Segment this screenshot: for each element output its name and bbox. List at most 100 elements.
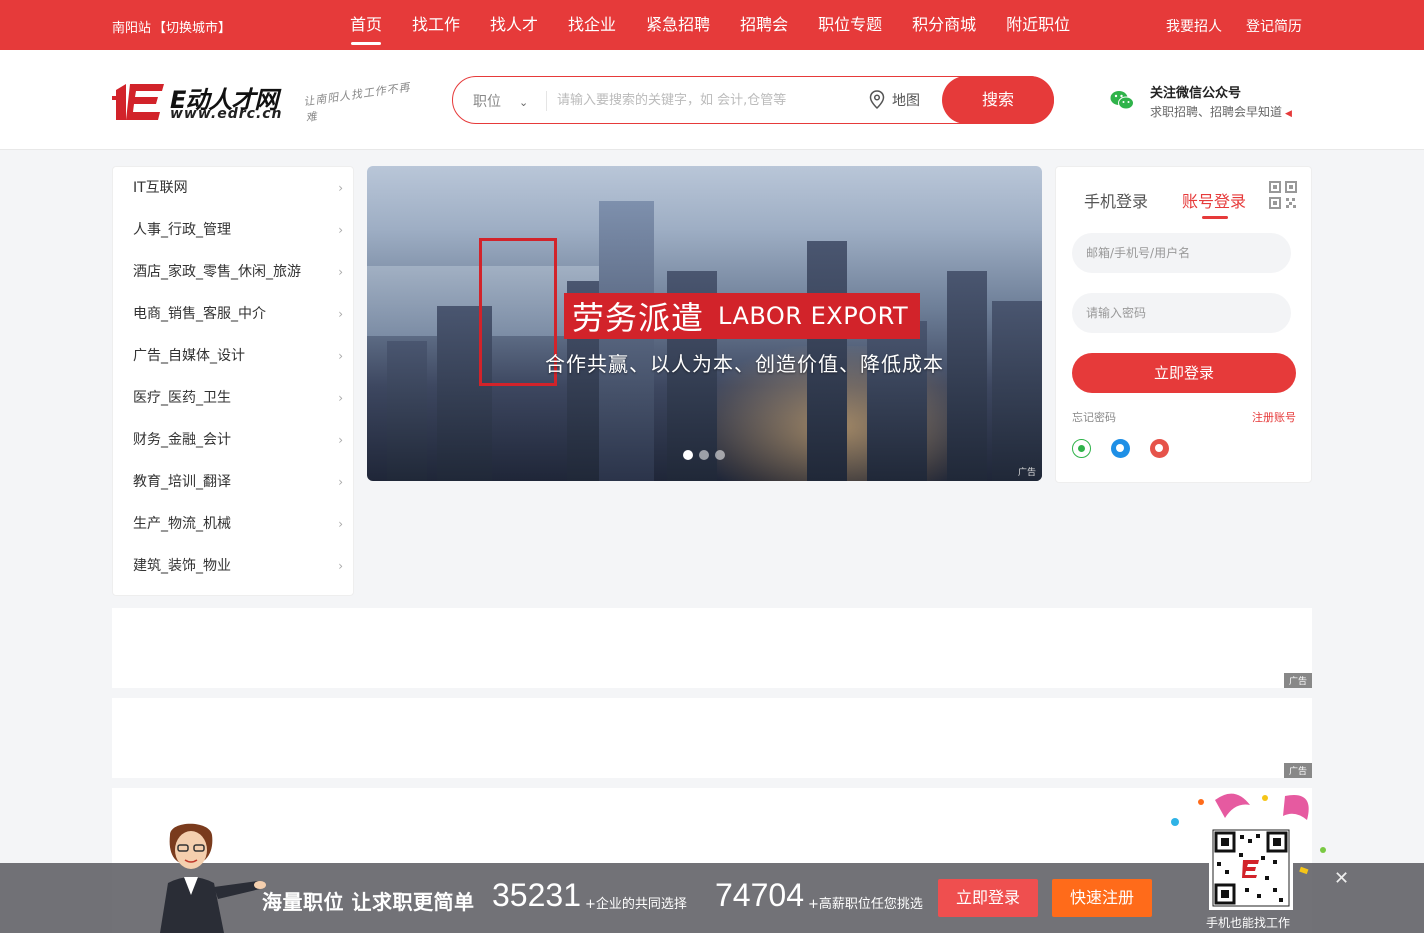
recruit-link[interactable]: 我要招人	[1166, 16, 1222, 36]
job-count-desc: +高薪职位任您挑选	[808, 897, 923, 912]
promo-login-button[interactable]: 立即登录	[938, 879, 1038, 917]
nav-job-topics[interactable]: 职位专题	[803, 0, 897, 50]
login-panel: 手机登录 账号登录 立即登录 忘记密码 注册账号	[1055, 166, 1312, 483]
city-selector[interactable]: 南阳站 【切换城市】	[112, 17, 231, 36]
nav-points-mall[interactable]: 积分商城	[897, 0, 991, 50]
chevron-right-icon: ›	[338, 181, 343, 195]
category-item[interactable]: 建筑_装饰_物业 ›	[113, 555, 353, 597]
chevron-right-icon: ›	[338, 517, 343, 531]
carousel-dot[interactable]	[683, 450, 693, 460]
ad-strip[interactable]: 广告	[112, 608, 1312, 688]
caret-left-icon: ◀	[1285, 109, 1292, 119]
promo-register-button[interactable]: 快速注册	[1052, 879, 1152, 917]
category-item[interactable]: 生产_物流_机械 ›	[113, 513, 353, 555]
category-item[interactable]: 人事_行政_管理 ›	[113, 219, 353, 261]
close-icon[interactable]: ✕	[1334, 868, 1349, 889]
category-menu: IT互联网 › 人事_行政_管理 › 酒店_家政_零售_休闲_旅游 › 电商_销售_客…	[112, 166, 354, 596]
nav-find-talent[interactable]: 找人才	[475, 0, 553, 50]
category-label: 电商_销售_客服_中介	[133, 306, 266, 322]
ad-strip[interactable]: 广告	[112, 698, 1312, 778]
search-bar: 职位 ⌄ 地图 搜索	[452, 76, 1054, 124]
banner-title: 劳务派遣 LABOR EXPORT	[564, 293, 921, 339]
category-item[interactable]: 财务_金融_会计 ›	[113, 429, 353, 471]
search-category-dropdown[interactable]: 职位 ⌄	[473, 91, 528, 111]
banner-building	[947, 271, 987, 481]
banner-title-zh: 劳务派遣	[572, 299, 705, 337]
weibo-login-icon[interactable]	[1150, 439, 1169, 458]
qq-login-icon[interactable]	[1111, 439, 1130, 458]
hero-banner-carousel[interactable]: 劳务派遣 LABOR EXPORT 合作共赢、以人为本、创造价值、降低成本 广告	[367, 166, 1042, 481]
chevron-down-icon: ⌄	[519, 96, 529, 109]
nav-find-job[interactable]: 找工作	[397, 0, 475, 50]
company-count: 35231	[492, 877, 581, 913]
category-label: 财务_金融_会计	[133, 432, 231, 448]
chevron-right-icon: ›	[338, 349, 343, 363]
category-item[interactable]: 酒店_家政_零售_休闲_旅游 ›	[113, 261, 353, 303]
register-resume-link[interactable]: 登记简历	[1246, 16, 1302, 36]
category-label: 广告_自媒体_设计	[133, 348, 245, 364]
switch-city-link[interactable]: 【切换城市】	[153, 21, 231, 36]
map-search-button[interactable]: 地图	[868, 90, 920, 110]
search-button[interactable]: 搜索	[942, 76, 1054, 124]
promo-slogan: 海量职位 让求职更简单	[262, 890, 475, 914]
banner-subtitle: 合作共赢、以人为本、创造价值、降低成本	[545, 352, 944, 376]
ad-label: 广告	[1017, 468, 1036, 478]
search-input[interactable]	[557, 87, 857, 113]
banner-building	[599, 201, 654, 481]
logo-url-text: www.edrc.cn	[170, 106, 283, 122]
category-item[interactable]: 教育_培训_翻译 ›	[113, 471, 353, 513]
login-button[interactable]: 立即登录	[1072, 353, 1296, 393]
ad-label: 广告	[1283, 763, 1312, 778]
nav-job-fair[interactable]: 招聘会	[725, 0, 803, 50]
map-pin-icon	[869, 90, 885, 110]
banner-building	[867, 321, 927, 481]
carousel-dot[interactable]	[715, 450, 725, 460]
map-label: 地图	[892, 93, 920, 109]
category-label: 教育_培训_翻译	[133, 474, 231, 490]
nav-nearby-jobs[interactable]: 附近职位	[991, 0, 1085, 50]
chevron-right-icon: ›	[338, 307, 343, 321]
chevron-right-icon: ›	[338, 475, 343, 489]
register-account-link[interactable]: 注册账号	[1252, 409, 1296, 425]
site-logo[interactable]: E动人才网 www.edrc.cn 让南阳人找工作不再难	[112, 80, 412, 130]
wechat-subtitle-row: 求职招聘、招聘会早知道 ◀	[1150, 103, 1292, 120]
job-count: 74704	[715, 877, 804, 913]
wechat-icon	[1110, 91, 1134, 110]
chevron-right-icon: ›	[338, 559, 343, 573]
username-field[interactable]	[1072, 233, 1291, 273]
chevron-right-icon: ›	[338, 391, 343, 405]
category-item[interactable]: IT互联网 ›	[113, 177, 353, 219]
carousel-dot[interactable]	[699, 450, 709, 460]
password-field[interactable]	[1072, 293, 1291, 333]
chevron-right-icon: ›	[338, 265, 343, 279]
category-label: 人事_行政_管理	[133, 222, 231, 238]
city-name: 南阳站	[112, 21, 152, 36]
tab-account-login[interactable]: 账号登录	[1182, 188, 1246, 219]
banner-building	[387, 341, 427, 481]
wechat-title: 关注微信公众号	[1150, 86, 1242, 101]
category-item[interactable]: 广告_自媒体_设计 ›	[113, 345, 353, 387]
mascot-illustration	[160, 823, 266, 933]
top-right-links: 我要招人 登记简历	[1166, 16, 1302, 36]
chevron-right-icon: ›	[338, 223, 343, 237]
main-nav: 首页 找工作 找人才 找企业 紧急招聘 招聘会 职位专题 积分商城 附近职位	[335, 0, 1085, 50]
banner-title-en: LABOR EXPORT	[718, 302, 909, 330]
category-label: 生产_物流_机械	[133, 516, 231, 532]
chevron-right-icon: ›	[338, 433, 343, 447]
app-qr-code[interactable]	[1165, 790, 1335, 910]
nav-home[interactable]: 首页	[335, 0, 397, 50]
category-item[interactable]: 电商_销售_客服_中介 ›	[113, 303, 353, 345]
qr-code-icon[interactable]	[1269, 181, 1297, 209]
tab-phone-login[interactable]: 手机登录	[1084, 188, 1148, 212]
nav-urgent-hiring[interactable]: 紧急招聘	[631, 0, 725, 50]
wechat-login-icon[interactable]	[1072, 439, 1091, 458]
category-label: 医疗_医药_卫生	[133, 390, 231, 406]
forgot-password-link[interactable]: 忘记密码	[1072, 409, 1116, 425]
search-category-label: 职位	[473, 94, 501, 110]
qr-caption: 手机也能找工作	[1206, 916, 1291, 930]
category-label: 酒店_家政_零售_休闲_旅游	[133, 264, 301, 280]
logo-mark-icon	[112, 84, 164, 120]
nav-find-company[interactable]: 找企业	[553, 0, 631, 50]
category-item[interactable]: 医疗_医药_卫生 ›	[113, 387, 353, 429]
banner-building	[992, 301, 1042, 481]
